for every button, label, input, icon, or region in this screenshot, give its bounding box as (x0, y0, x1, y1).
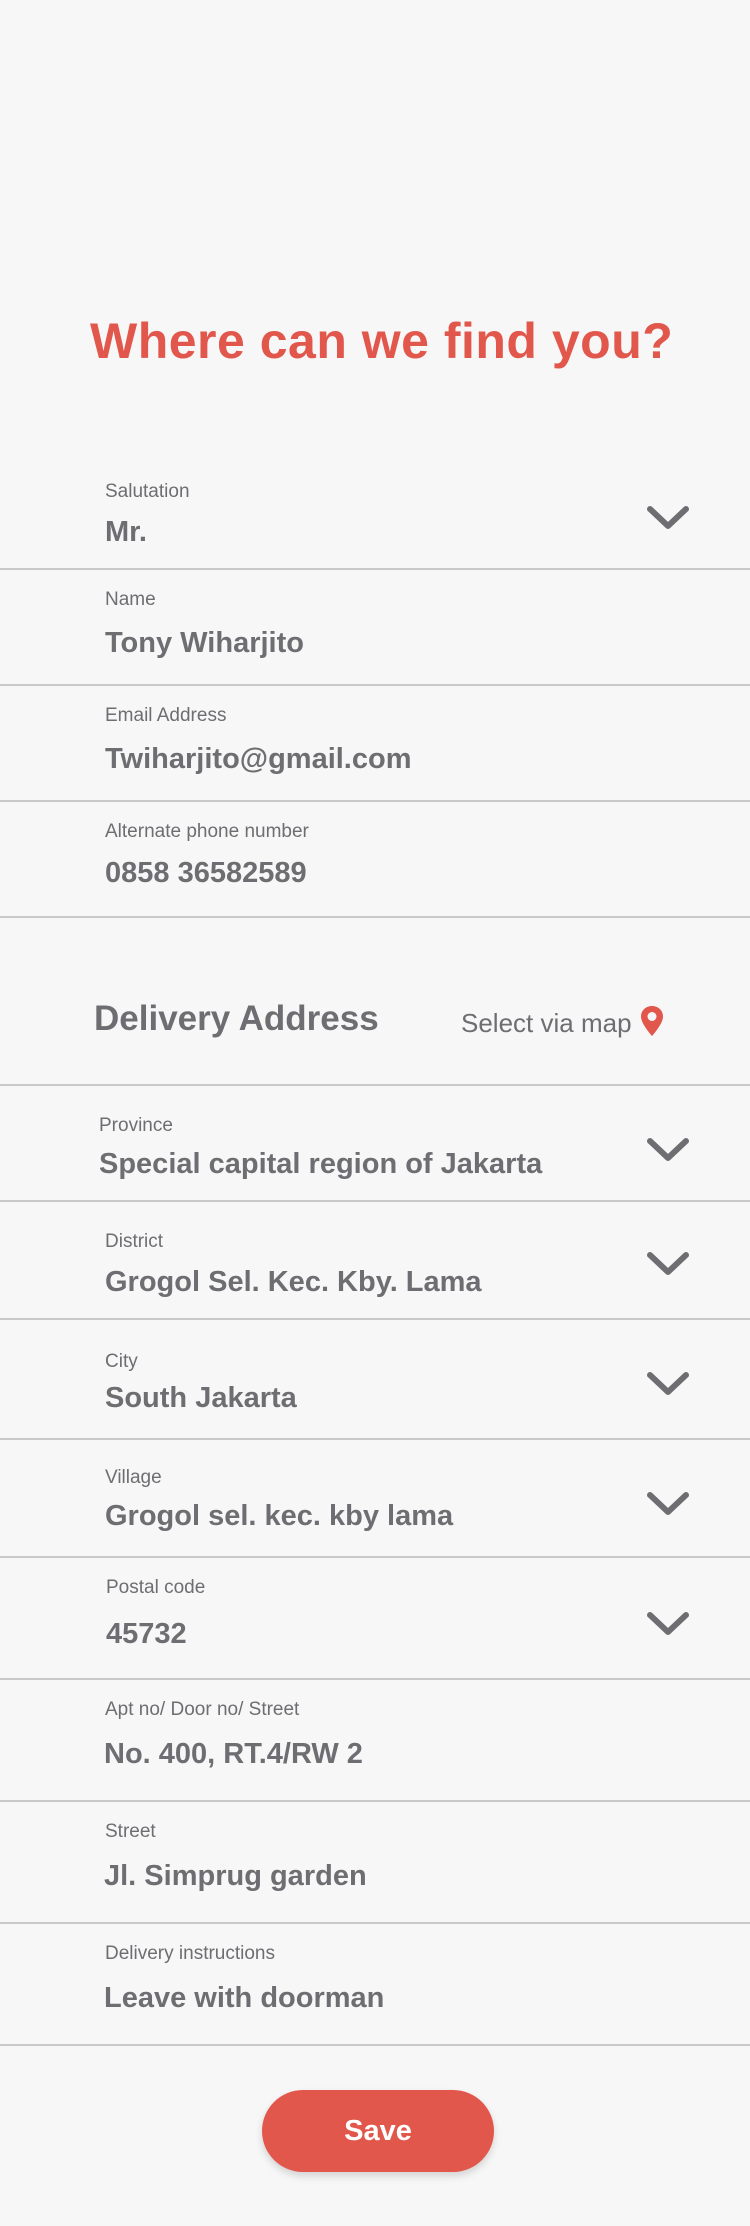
apt-field[interactable]: Apt no/ Door no/ Street No. 400, RT.4/RW… (0, 1680, 750, 1802)
salutation-select[interactable]: Salutation Mr. (0, 468, 750, 570)
phone-value: 0858 36582589 (105, 857, 307, 889)
apt-value: No. 400, RT.4/RW 2 (104, 1738, 363, 1770)
apt-label: Apt no/ Door no/ Street (105, 1699, 300, 1720)
salutation-value: Mr. (105, 516, 147, 548)
email-label: Email Address (105, 705, 227, 726)
chevron-down-icon[interactable] (646, 504, 690, 532)
postal-code-select[interactable]: Postal code 45732 (0, 1558, 750, 1680)
delivery-instructions-value: Leave with doorman (104, 1982, 385, 2014)
delivery-instructions-label: Delivery instructions (105, 1943, 275, 1964)
chevron-down-icon[interactable] (646, 1136, 690, 1164)
email-value: Twiharjito@gmail.com (105, 743, 412, 775)
chevron-down-icon[interactable] (646, 1250, 690, 1278)
district-select[interactable]: District Grogol Sel. Kec. Kby. Lama (0, 1202, 750, 1320)
street-field[interactable]: Street Jl. Simprug garden (0, 1802, 750, 1924)
delivery-address-title: Delivery Address (94, 999, 379, 1038)
email-field[interactable]: Email Address Twiharjito@gmail.com (0, 686, 750, 802)
salutation-label: Salutation (105, 481, 190, 502)
village-select[interactable]: Village Grogol sel. kec. kby lama (0, 1440, 750, 1558)
select-via-map-label: Select via map (461, 1007, 632, 1038)
street-label: Street (105, 1821, 156, 1842)
name-field[interactable]: Name Tony Wiharjito (0, 570, 750, 686)
city-label: City (105, 1351, 138, 1372)
province-select[interactable]: Province Special capital region of Jakar… (0, 1086, 750, 1202)
district-label: District (105, 1231, 164, 1252)
map-pin-icon[interactable] (640, 1005, 664, 1042)
chevron-down-icon[interactable] (646, 1490, 690, 1518)
province-value: Special capital region of Jakarta (99, 1148, 543, 1180)
province-label: Province (99, 1115, 173, 1136)
district-value: Grogol Sel. Kec. Kby. Lama (105, 1266, 482, 1298)
phone-field[interactable]: Alternate phone number 0858 36582589 (0, 802, 750, 918)
village-label: Village (105, 1467, 162, 1488)
city-select[interactable]: City South Jakarta (0, 1320, 750, 1440)
select-via-map-link[interactable]: Select via map (461, 1003, 664, 1043)
postal-code-label: Postal code (106, 1577, 206, 1598)
save-button[interactable]: Save (262, 2090, 494, 2172)
chevron-down-icon[interactable] (646, 1610, 690, 1638)
chevron-down-icon[interactable] (646, 1370, 690, 1398)
delivery-instructions-field[interactable]: Delivery instructions Leave with doorman (0, 1924, 750, 2046)
postal-code-value: 45732 (106, 1618, 187, 1650)
street-value: Jl. Simprug garden (104, 1860, 367, 1892)
name-label: Name (105, 589, 156, 610)
page-title: Where can we find you? (90, 313, 674, 369)
village-value: Grogol sel. kec. kby lama (105, 1500, 454, 1532)
city-value: South Jakarta (105, 1382, 297, 1414)
name-value: Tony Wiharjito (105, 627, 304, 659)
phone-label: Alternate phone number (105, 821, 309, 842)
